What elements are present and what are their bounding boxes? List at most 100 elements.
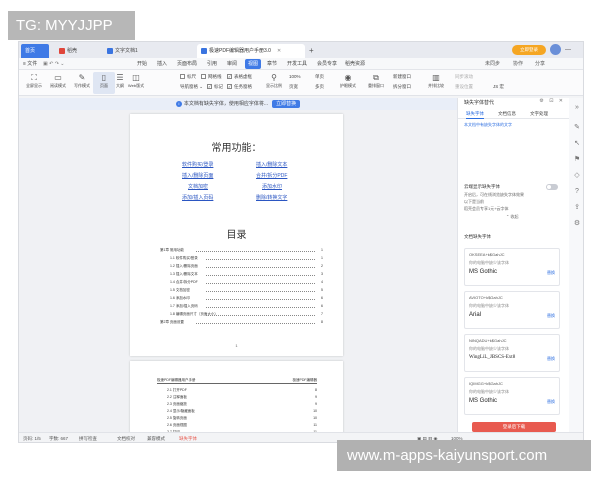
- toc-entry[interactable]: 1.4 合并/拆分PDF 4: [170, 279, 323, 286]
- missing-font-status[interactable]: 缺失字体: [179, 433, 197, 442]
- close-icon[interactable]: ✕: [277, 44, 281, 58]
- markup-checkbox[interactable]: ✓ 标记: [207, 83, 223, 91]
- toc-entry[interactable]: 第2章 页面设置 8: [160, 319, 323, 326]
- avatar[interactable]: [550, 44, 561, 55]
- write-mode-button[interactable]: ✎ 写作模式: [71, 72, 93, 94]
- page-width-button[interactable]: 页宽: [289, 83, 298, 91]
- toc-entry[interactable]: 2.3 页面缩放 9: [167, 401, 317, 407]
- toc-entry[interactable]: 1.1 软件购买/登录 1: [170, 255, 323, 262]
- menu-layout[interactable]: 页面布局: [177, 58, 197, 70]
- new-tab-button[interactable]: +: [309, 44, 314, 58]
- sync-scroll-button[interactable]: 同步滚动: [455, 73, 473, 81]
- replace-now-button[interactable]: 立即替换: [272, 100, 301, 108]
- new-window-button[interactable]: 新建窗口: [393, 73, 411, 81]
- share-button[interactable]: 分享: [535, 58, 545, 70]
- collapse-arrow-icon[interactable]: »: [573, 104, 581, 112]
- tab-text-processing[interactable]: 文字处理: [530, 109, 548, 118]
- split-window-button[interactable]: 拆分窗口: [393, 83, 411, 91]
- select-icon[interactable]: ↖: [573, 140, 581, 148]
- replace-font-button[interactable]: 替换: [547, 399, 555, 405]
- menu-insert[interactable]: 插入: [157, 58, 167, 70]
- toc-entry[interactable]: 1.5 文档加密 5: [170, 287, 323, 294]
- nav-pane-dropdown[interactable]: 导航窗格 ⌄: [180, 83, 203, 91]
- login-badge[interactable]: 立即登录: [512, 45, 546, 55]
- doc-proofread[interactable]: 文档校对: [117, 433, 135, 442]
- toc-entry[interactable]: 1.8 编辑页面尺寸（页面大小） 7: [170, 311, 323, 318]
- toc-entry[interactable]: 2.4 显示/隐藏面板 10: [167, 408, 317, 414]
- menu-references[interactable]: 引用: [207, 58, 217, 70]
- menu-home[interactable]: 开始: [137, 58, 147, 70]
- sync-status[interactable]: 未同步: [485, 58, 500, 70]
- menu-view[interactable]: 视图: [245, 59, 262, 69]
- toc-link[interactable]: 删除/转换文字: [256, 194, 287, 201]
- tab-active-document[interactable]: 极速PDF编辑器用户手册3.0 ✕: [197, 44, 305, 58]
- login-download-button[interactable]: 登录后下载: [472, 422, 556, 432]
- menu-docer-resources[interactable]: 稻壳资源: [345, 58, 365, 70]
- toc-entry[interactable]: 2.2 注释面板 9: [167, 394, 317, 400]
- js-macro-button[interactable]: JS 宏: [493, 83, 504, 91]
- toc-link[interactable]: 插入/删除文本: [256, 161, 287, 168]
- toc-entry[interactable]: 2.1 打开PDF 8: [167, 387, 317, 393]
- replace-font-button[interactable]: 替换: [547, 270, 555, 276]
- format-icon[interactable]: ⚑: [573, 156, 581, 164]
- toc-link[interactable]: 添加水印: [262, 183, 282, 190]
- settings-icon[interactable]: ⚙: [573, 220, 581, 228]
- font-card[interactable]: IQIMGG+k$GahJC 你的电脑中缺少该字体 MS Gothic 替换: [464, 377, 560, 415]
- web-layout-button[interactable]: ◫ Web版式: [125, 72, 147, 94]
- tab-doc-info[interactable]: 文档信息: [498, 109, 516, 118]
- style-icon[interactable]: ✎: [573, 124, 581, 132]
- spell-check[interactable]: 拼写检查: [79, 433, 97, 442]
- ruler-checkbox[interactable]: 标尺: [180, 73, 196, 81]
- toc-entry[interactable]: 第1章 常用功能 1: [160, 247, 323, 254]
- font-card[interactable]: NINQADU+k$GahJC 你的电脑中缺少该字体 WingLiL_JBSCS…: [464, 334, 560, 372]
- toc-link[interactable]: 插入/删除页面: [182, 172, 213, 179]
- tab-document1[interactable]: 文字文档1: [103, 44, 143, 58]
- toc-entry[interactable]: 1.6 添加水印 6: [170, 295, 323, 302]
- document-page-2[interactable]: 极速PDF编辑器用户手册 极速PDF编辑器 2.1 打开PDF 8 2.2 注释面板…: [130, 361, 343, 441]
- side-by-side-button[interactable]: ▥ 并排比较: [425, 72, 447, 94]
- multi-page-button[interactable]: 多页: [315, 83, 324, 91]
- task-pane-checkbox[interactable]: ✓ 任务窗格: [227, 83, 252, 91]
- collapse-button[interactable]: ⌃ 收起: [506, 214, 518, 220]
- page-indicator[interactable]: 页码: 1/5: [23, 433, 41, 442]
- help-icon[interactable]: ?: [573, 188, 581, 196]
- replace-font-button[interactable]: 替换: [547, 313, 555, 319]
- toolbar-quick-icons[interactable]: ▣ ↶ ↷ ⌄: [43, 58, 64, 70]
- toc-entry[interactable]: 1.2 插入/删除页面 2: [170, 263, 323, 270]
- toc-entry[interactable]: 2.6 页面视图 11: [167, 422, 317, 428]
- menu-section[interactable]: 章节: [267, 58, 277, 70]
- rearrange-button[interactable]: ⧉ 重排窗口: [365, 72, 387, 94]
- menu-developer[interactable]: 开发工具: [287, 58, 307, 70]
- menu-member[interactable]: 会员专享: [317, 58, 337, 70]
- one-page-button[interactable]: 单页: [315, 73, 324, 81]
- zoom-100-button[interactable]: 100%: [289, 73, 301, 81]
- collaborate-button[interactable]: 协作: [513, 58, 523, 70]
- file-menu[interactable]: ≡ 文件: [23, 58, 37, 70]
- shape-icon[interactable]: ◇: [573, 172, 581, 180]
- toc-link[interactable]: 合并/拆分PDF: [256, 172, 287, 179]
- reset-position-button[interactable]: 重设位置: [455, 83, 473, 91]
- font-card[interactable]: OKSEEA+k$GahJC 你的电脑中缺少该字体 MS Gothic 替换: [464, 248, 560, 286]
- toc-entry[interactable]: 1.7 添加/插入页码 6: [170, 303, 323, 310]
- document-canvas[interactable]: 常用功能： 软件购买/登录 插入/删除页面 文档加密 添加/插入页码 插入/删除…: [19, 110, 457, 441]
- table-border-checkbox[interactable]: ✓ 表格虚框: [227, 73, 252, 81]
- menu-review[interactable]: 审阅: [227, 58, 237, 70]
- cloud-font-toggle[interactable]: [546, 184, 558, 190]
- gridlines-checkbox[interactable]: 网格线: [201, 73, 222, 81]
- toc-entry[interactable]: 1.3 插入/删除文本 3: [170, 271, 323, 278]
- zoom-button[interactable]: ⚲ 显示比例: [263, 72, 285, 94]
- tab-home[interactable]: 首页: [21, 44, 49, 58]
- read-mode-button[interactable]: ▭ 阅读模式: [47, 72, 69, 94]
- panel-header-icons[interactable]: ⚙ ⊡ ✕: [539, 98, 565, 104]
- toc-entry[interactable]: 2.5 旋转页面 10: [167, 415, 317, 421]
- fullscreen-button[interactable]: ⛶ 全屏显示: [23, 72, 45, 94]
- toc-link[interactable]: 软件购买/登录: [182, 161, 213, 168]
- replace-font-button[interactable]: 替换: [547, 356, 555, 362]
- toc-link[interactable]: 文档加密: [188, 183, 208, 190]
- toc-link[interactable]: 添加/插入页码: [182, 194, 213, 201]
- tab-missing-fonts[interactable]: 缺失字体: [466, 109, 484, 119]
- word-count[interactable]: 字数: 667: [49, 433, 68, 442]
- eye-protection-button[interactable]: ◉ 护眼模式: [337, 72, 359, 94]
- share-icon[interactable]: ⇪: [573, 204, 581, 212]
- document-page-1[interactable]: 常用功能： 软件购买/登录 插入/删除页面 文档加密 添加/插入页码 插入/删除…: [130, 114, 343, 356]
